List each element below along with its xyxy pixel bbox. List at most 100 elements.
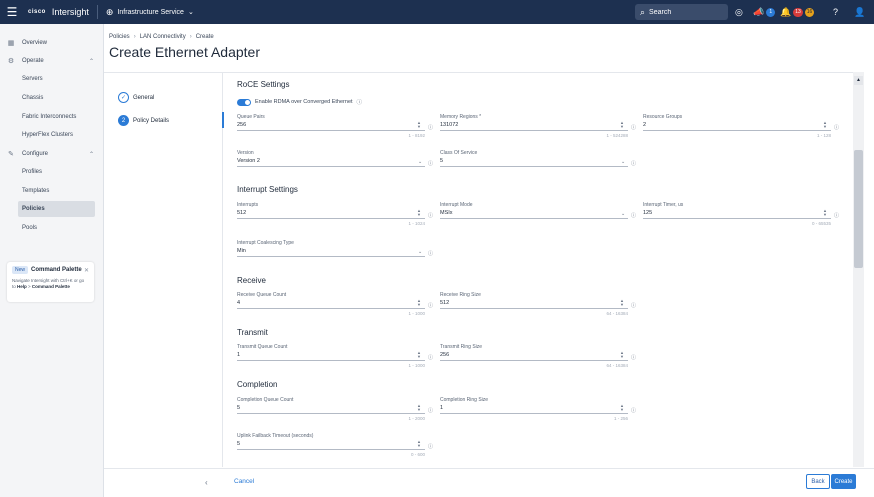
info-icon[interactable]: ⓘ: [834, 212, 839, 219]
stepper-icon[interactable]: ▲ ▼: [620, 404, 624, 412]
receive-ring-size-input[interactable]: 512: [440, 299, 640, 308]
create-button[interactable]: Create: [831, 474, 856, 489]
chevron-down-icon[interactable]: ⌄: [621, 159, 625, 165]
breadcrumb-policies[interactable]: Policies: [109, 34, 130, 40]
scrollbar-thumb[interactable]: [854, 150, 863, 268]
stepper-icon[interactable]: ▲ ▼: [417, 404, 421, 412]
sidebar-item-label: Profiles: [22, 169, 43, 175]
queue-pairs-input[interactable]: 256: [237, 121, 437, 130]
collapse-panel-icon[interactable]: ‹: [205, 478, 208, 487]
transmit-ring-size-input[interactable]: 256: [440, 351, 640, 360]
stepper-icon[interactable]: ▲ ▼: [620, 299, 624, 307]
step-general[interactable]: ✓ General: [118, 92, 154, 103]
breadcrumb-lan-connectivity[interactable]: LAN Connectivity: [140, 34, 186, 40]
menu-icon[interactable]: ☰: [0, 0, 24, 24]
info-icon[interactable]: ⓘ: [428, 302, 433, 309]
class-of-service-select[interactable]: 5: [440, 157, 640, 166]
breadcrumb-separator: ›: [133, 34, 136, 40]
search-icon: ⌕: [640, 6, 646, 17]
resource-groups-input[interactable]: 2: [643, 121, 843, 130]
stepper-icon[interactable]: ▲ ▼: [620, 351, 624, 359]
user-icon[interactable]: 👤: [854, 5, 865, 19]
search-input[interactable]: [649, 8, 720, 16]
sidebar-item-templates[interactable]: Templates: [0, 183, 104, 199]
megaphone-button[interactable]: 📣 1: [753, 5, 776, 19]
stepper-icon[interactable]: ▲ ▼: [417, 299, 421, 307]
sidebar-item-profiles[interactable]: Profiles: [0, 164, 104, 180]
completion-ring-size-input[interactable]: 1: [440, 404, 640, 413]
info-icon[interactable]: ⓘ: [428, 250, 433, 257]
field-label: Interrupt Timer, us: [643, 202, 684, 208]
service-selector[interactable]: ⊕ Infrastructure Service ⌄: [106, 7, 194, 18]
operate-icon: ⚙: [7, 58, 15, 65]
close-icon[interactable]: ✕: [84, 267, 89, 274]
interrupt-timer-input[interactable]: 125: [643, 209, 843, 218]
info-icon[interactable]: ⓘ: [428, 212, 433, 219]
info-icon[interactable]: ⓘ: [631, 407, 636, 414]
help-icon[interactable]: ?: [833, 5, 838, 19]
sidebar-item-operate[interactable]: ⚙ Operate ⌃: [0, 53, 104, 69]
info-icon[interactable]: ⓘ: [428, 160, 433, 167]
form-scrollbar[interactable]: ▲: [853, 72, 864, 467]
sidebar-item-label: Templates: [22, 188, 50, 194]
info-icon[interactable]: ⓘ: [428, 443, 433, 450]
sidebar-item-pools[interactable]: Pools: [0, 220, 104, 236]
info-icon[interactable]: ⓘ: [428, 124, 433, 131]
step-label: Policy Details: [133, 117, 170, 124]
scroll-up-icon[interactable]: ▲: [854, 76, 863, 85]
sidebar-item-servers[interactable]: Servers: [0, 71, 104, 87]
field-range: 1 - 2000: [408, 416, 425, 421]
info-icon[interactable]: ⓘ: [834, 124, 839, 131]
memory-regions-field: Memory Regions * 131072 ▲ ▼ ⓘ 1 - 524288: [440, 114, 640, 138]
info-icon[interactable]: ⓘ: [631, 160, 636, 167]
stepper-icon[interactable]: ▲ ▼: [823, 121, 827, 129]
field-range: 1 - 256: [613, 416, 628, 421]
interrupt-mode-select[interactable]: MSIx: [440, 209, 640, 218]
transmit-queue-count-input[interactable]: 1: [237, 351, 437, 360]
info-icon[interactable]: ⓘ: [631, 212, 636, 219]
command-palette-card[interactable]: New Command Palette ✕ Navigate Intersigh…: [7, 262, 94, 302]
chevron-down-icon[interactable]: ⌄: [621, 211, 625, 217]
completion-queue-count-input[interactable]: 5: [237, 404, 437, 413]
sidebar-item-configure[interactable]: ✎ Configure ⌃: [0, 146, 104, 162]
sidebar-item-overview[interactable]: ▦ Overview: [0, 35, 104, 51]
stepper-icon[interactable]: ▲ ▼: [417, 351, 421, 359]
cancel-button[interactable]: Cancel: [234, 478, 254, 485]
stepper-icon[interactable]: ▲ ▼: [620, 121, 624, 129]
uplink-failback-timeout-input[interactable]: 5: [237, 440, 437, 449]
step-policy-details[interactable]: 2 Policy Details: [118, 115, 169, 126]
stepper-icon[interactable]: ▲ ▼: [823, 209, 827, 217]
stepper-icon[interactable]: ▲ ▼: [417, 209, 421, 217]
info-icon[interactable]: ⓘ: [357, 98, 363, 106]
info-icon[interactable]: ⓘ: [631, 302, 636, 309]
field-range: 1 - 128: [816, 133, 831, 138]
sidebar-item-chassis[interactable]: Chassis: [0, 90, 104, 106]
memory-regions-input[interactable]: 131072: [440, 121, 640, 130]
check-circle-icon[interactable]: ◎: [735, 5, 743, 19]
sidebar-item-fabric-interconnects[interactable]: Fabric Interconnects: [0, 109, 104, 125]
info-icon[interactable]: ⓘ: [428, 407, 433, 414]
info-icon[interactable]: ⓘ: [631, 124, 636, 131]
field-label: Interrupt Mode: [440, 202, 473, 208]
sidebar-item-policies[interactable]: Policies: [18, 201, 95, 217]
version-select[interactable]: Version 2: [237, 157, 437, 166]
back-button[interactable]: Back: [806, 474, 830, 489]
field-label: Version: [237, 150, 254, 156]
chevron-down-icon[interactable]: ⌄: [418, 249, 422, 255]
sidebar-item-label: Policies: [22, 206, 45, 212]
info-icon[interactable]: ⓘ: [428, 354, 433, 361]
receive-queue-count-input[interactable]: 4: [237, 299, 437, 308]
coalescing-type-select[interactable]: Min: [237, 247, 437, 256]
stepper-icon[interactable]: ▲ ▼: [417, 440, 421, 448]
interrupts-input[interactable]: 512: [237, 209, 437, 218]
field-underline: [237, 256, 425, 257]
stepper-icon[interactable]: ▲ ▼: [417, 121, 421, 129]
field-underline: [440, 308, 628, 309]
global-search[interactable]: ⌕: [635, 4, 728, 20]
sidebar-item-hyperflex-clusters[interactable]: HyperFlex Clusters: [0, 127, 104, 143]
chevron-down-icon[interactable]: ⌄: [418, 159, 422, 165]
toggle-switch[interactable]: [237, 98, 251, 106]
info-icon[interactable]: ⓘ: [631, 354, 636, 361]
enable-rdma-toggle[interactable]: Enable RDMA over Converged Ethernet ⓘ: [237, 98, 362, 106]
alarms-button[interactable]: 🔔 13 16: [780, 5, 815, 19]
